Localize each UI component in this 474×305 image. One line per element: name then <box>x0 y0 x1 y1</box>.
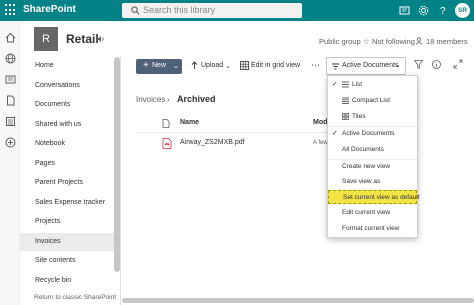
nav-item-sales-expense-tracker[interactable]: Sales Expense tracker <box>20 194 115 212</box>
nav-item-home[interactable]: Home <box>20 57 115 75</box>
view-selector-label: Active Documents <box>342 62 399 69</box>
edit-in-grid-view-button[interactable]: Edit in grid view <box>251 62 300 69</box>
chevron-down-icon: ⌄ <box>173 63 179 70</box>
site-title[interactable]: Retail <box>66 32 99 46</box>
view-selector-button[interactable]: Active Documents ⌄ <box>326 57 406 75</box>
nav-item-recycle-bin[interactable]: Recycle bin <box>20 272 115 290</box>
left-navigation: Home Conversations Documents Shared with… <box>20 57 121 305</box>
app-launcher-icon[interactable] <box>5 4 17 16</box>
filter-lines-icon <box>332 63 339 70</box>
grid-icon[interactable] <box>240 61 249 70</box>
menu-item-save-view-as[interactable]: Save view as <box>328 175 417 189</box>
nav-item-parent-projects[interactable]: Parent Projects <box>20 174 115 192</box>
breadcrumb-current-folder: Archived <box>177 94 216 104</box>
svg-text:?: ? <box>440 6 446 17</box>
menu-item-tiles[interactable]: Tiles <box>328 110 417 124</box>
checkmark-icon: ✓ <box>332 130 338 137</box>
menu-item-format-current-view[interactable]: Format current view <box>328 222 417 236</box>
menu-item-edit-current-view[interactable]: Edit current view <box>328 206 417 220</box>
settings-gear-icon[interactable] <box>416 3 431 18</box>
nav-item-site-contents[interactable]: Site contents <box>20 252 115 270</box>
nav-item-pages[interactable]: Pages <box>20 155 115 173</box>
upload-button[interactable]: Upload <box>201 62 223 69</box>
upload-icon[interactable] <box>191 61 198 70</box>
view-chevron-down-icon: ⌄ <box>395 62 401 69</box>
nav-item-notebook[interactable]: Notebook <box>20 135 115 153</box>
create-icon[interactable] <box>5 135 16 148</box>
horizontal-scrollbar[interactable] <box>122 298 474 303</box>
breadcrumb-invoices[interactable]: Invoices <box>136 95 165 104</box>
new-button-label: New <box>152 62 167 69</box>
view-options-menu: ✓ List Compact List Tiles ✓ Active Docum… <box>327 75 420 238</box>
breadcrumb-chevron-icon: › <box>167 95 170 104</box>
news-icon[interactable] <box>5 72 16 84</box>
more-options-icon[interactable]: ⋯ <box>311 60 320 71</box>
user-avatar[interactable]: SR <box>455 3 470 18</box>
menu-item-active-documents[interactable]: ✓ Active Documents <box>328 127 417 141</box>
tiles-icon <box>342 113 349 120</box>
follow-button[interactable]: Not following <box>372 37 415 46</box>
menu-item-all-documents[interactable]: All Documents <box>328 143 417 157</box>
nav-item-shared-with-us[interactable]: Shared with us <box>20 116 115 134</box>
suite-bar: SharePoint Search this library ? SR <box>0 0 474 21</box>
nav-item-invoices[interactable]: Invoices <box>20 233 115 251</box>
app-name[interactable]: SharePoint <box>23 4 76 15</box>
menu-item-list[interactable]: ✓ List <box>328 78 417 92</box>
globe-icon[interactable] <box>5 51 16 64</box>
nav-item-documents[interactable]: Documents <box>20 96 115 114</box>
menu-item-set-current-view-as-default[interactable]: Set current view as default <box>328 190 420 204</box>
speaker-icon[interactable] <box>96 35 105 43</box>
search-icon <box>131 6 140 15</box>
file-type-header-icon[interactable] <box>162 119 170 128</box>
site-logo[interactable]: R <box>34 27 58 51</box>
nav-scrollbar[interactable] <box>114 57 120 272</box>
upload-chevron-icon[interactable]: ⌄ <box>225 62 231 70</box>
compact-list-icon <box>342 97 349 104</box>
return-to-classic-link[interactable]: Return to classic SharePoint <box>34 294 116 301</box>
column-header-modified[interactable]: Mod <box>313 119 327 126</box>
filter-funnel-icon[interactable] <box>414 60 423 69</box>
expand-icon[interactable] <box>453 59 463 69</box>
members-count[interactable]: 18 members <box>426 37 468 46</box>
privacy-label: Public group <box>319 37 361 46</box>
pdf-file-icon <box>162 138 172 149</box>
new-button[interactable]: + New ⌄ <box>136 59 182 74</box>
members-person-icon[interactable] <box>415 37 423 47</box>
column-header-name[interactable]: Name <box>180 119 199 126</box>
help-icon[interactable]: ? <box>435 3 450 18</box>
file-name[interactable]: Airway_ZS2MXB.pdf <box>180 139 245 146</box>
list-layout-icon <box>342 81 349 88</box>
search-box[interactable]: Search this library <box>122 3 302 18</box>
notifications-icon[interactable] <box>397 3 412 18</box>
document-icon[interactable] <box>5 93 16 106</box>
nav-item-projects[interactable]: Projects <box>20 213 115 231</box>
menu-item-compact-list[interactable]: Compact List <box>328 94 417 108</box>
app-rail <box>0 21 20 305</box>
home-icon[interactable] <box>5 30 16 43</box>
info-icon[interactable] <box>432 60 441 69</box>
follow-star-icon[interactable]: ☆ <box>363 37 370 46</box>
nav-item-conversations[interactable]: Conversations <box>20 77 115 95</box>
menu-item-create-new-view[interactable]: Create new view <box>328 160 417 174</box>
search-placeholder: Search this library <box>143 5 216 15</box>
file-modified: A few <box>313 140 328 146</box>
lists-icon[interactable] <box>5 114 16 126</box>
plus-icon: + <box>143 60 149 71</box>
checkmark-icon: ✓ <box>332 81 338 88</box>
